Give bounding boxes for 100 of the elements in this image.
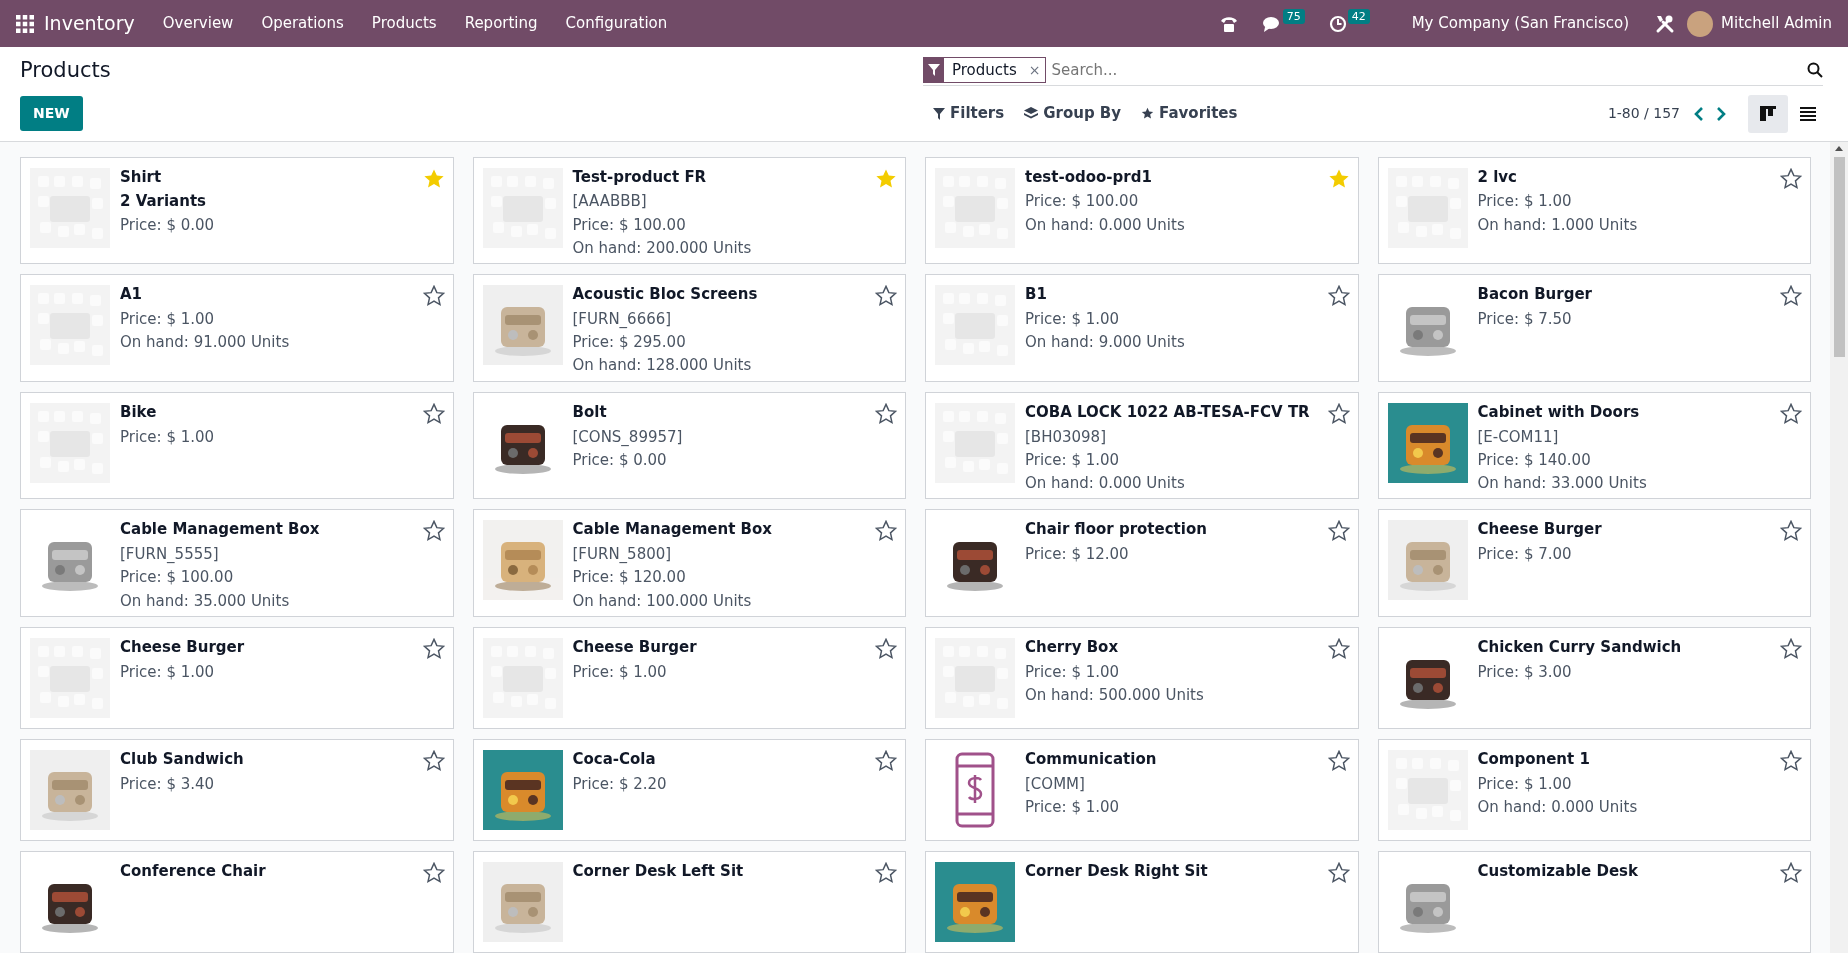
product-name: Acoustic Bloc Screens — [572, 285, 759, 304]
product-card[interactable]: Component 1 Price: $ 1.00 On hand: 0.000 Units — [1377, 739, 1811, 841]
product-name: Shirt — [120, 167, 163, 187]
product-name: Corner Desk Left Sit — [572, 862, 745, 881]
product-card[interactable]: A1 Price: $ 1.00 On hand: 91.000 Units — [20, 274, 454, 382]
search-facet[interactable]: Products × — [923, 57, 1046, 84]
variant-count: 2 Variants — [120, 191, 207, 213]
product-name: Communication — [1025, 750, 1158, 769]
dropdown-toggle-button[interactable]: Filters — [923, 98, 1015, 129]
product-card[interactable]: Cabinet with Doors [E-COM11] Price: $ 140.00 On hand: 33.000 Units — [1377, 391, 1811, 500]
product-name: Cheese Burger — [1477, 520, 1603, 540]
menu-item[interactable]: Products — [357, 12, 451, 35]
stock-quantity: On hand: 0.000 Units — [1477, 797, 1639, 818]
page-title: Products — [20, 57, 112, 84]
product-card[interactable]: Coca-Cola Price: $ 2.20 — [472, 739, 906, 841]
product-card[interactable]: 2 lvc Price: $ 1.00 On hand: 1.000 Units — [1377, 156, 1811, 265]
product-name: Bolt — [572, 402, 608, 422]
stock-quantity: On hand: 0.000 Units — [1025, 473, 1186, 494]
product-card[interactable]: Cable Management Box [FURN_5800] Price: $ 120.00 On hand: 100.000 Units — [472, 509, 906, 617]
facet-label: Products — [951, 60, 1018, 81]
product-card[interactable]: Chicken Curry Sandwich Price: $ 3.00 — [1377, 627, 1811, 729]
product-name: Bacon Burger — [1477, 285, 1593, 304]
product-name: B1 — [1025, 285, 1048, 304]
product-card[interactable]: test-odoo-prd1 Price: $ 100.00 On hand: 0.000 Units — [925, 156, 1359, 265]
product-price: Price: $ 100.00 — [1025, 191, 1140, 213]
dropdown-toggle-button[interactable]: Favorites — [1131, 98, 1248, 129]
stock-quantity: On hand: 128.000 Units — [572, 355, 753, 377]
product-card[interactable]: Bike Price: $ 1.00 — [20, 391, 454, 500]
product-card[interactable]: Chair floor protection Price: $ 12.00 — [925, 509, 1359, 617]
product-reference: [BH03098] — [1025, 426, 1107, 448]
stock-quantity: On hand: 200.000 Units — [572, 237, 753, 259]
product-card[interactable]: Communication [COMM] Price: $ 1.00 — [925, 739, 1359, 841]
remove-facet-button[interactable]: × — [1024, 63, 1045, 78]
product-card[interactable]: Acoustic Bloc Screens [FURN_6666] Price: $ 295.00 On hand: 128.000 Units — [472, 274, 906, 382]
product-price: Price: $ 1.00 — [120, 661, 216, 683]
product-price: Price: $ 2.20 — [572, 773, 668, 795]
product-price: Price: $ 1.00 — [120, 426, 216, 448]
product-reference: [E-COM11] — [1477, 426, 1560, 448]
product-name: Cable Management Box — [572, 520, 773, 540]
product-name: Test-product FR — [572, 167, 708, 187]
product-card[interactable]: Club Sandwich Price: $ 3.40 — [20, 739, 454, 841]
product-name: Chicken Curry Sandwich — [1477, 638, 1683, 657]
menu-item[interactable]: Operations — [247, 12, 358, 35]
product-name: COBA LOCK 1022 AB-TESA-FCV TR — [1025, 402, 1311, 422]
product-reference: [FURN_6666] — [572, 308, 673, 330]
product-reference: [FURN_5800] — [572, 544, 673, 566]
menu-item[interactable]: Configuration — [551, 12, 682, 35]
menu-item[interactable]: Reporting — [450, 12, 552, 35]
product-card[interactable]: Test-product FR [AAABBB] Price: $ 100.00 On hand: 200.000 Units — [472, 156, 906, 265]
product-card[interactable]: Cheese Burger Price: $ 1.00 — [472, 627, 906, 729]
product-card[interactable]: Corner Desk Left Sit — [472, 851, 906, 953]
new-button[interactable]: NEW — [20, 96, 83, 131]
product-reference: [COMM] — [1025, 773, 1086, 795]
search-field[interactable]: Products × Search... — [923, 55, 1823, 86]
product-price: Price: $ 1.00 — [1025, 449, 1121, 471]
product-name: Chair floor protection — [1025, 520, 1208, 540]
app-name[interactable]: Inventory — [34, 9, 149, 38]
stock-quantity: On hand: 33.000 Units — [1477, 473, 1648, 494]
product-card[interactable]: Conference Chair — [20, 851, 454, 953]
product-card[interactable]: Cherry Box Price: $ 1.00 On hand: 500.000 Units — [925, 627, 1359, 729]
product-card[interactable]: Corner Desk Right Sit — [925, 851, 1359, 953]
product-price: Price: $ 0.00 — [572, 449, 668, 471]
product-price: Price: $ 3.00 — [1477, 661, 1573, 683]
product-card[interactable]: COBA LOCK 1022 AB-TESA-FCV TR [BH03098] Price: $ 1.00 On hand: 0.000 Units — [925, 391, 1359, 500]
product-card[interactable]: Bacon Burger Price: $ 7.50 — [1377, 274, 1811, 382]
product-name: Conference Chair — [120, 862, 267, 881]
product-price: Price: $ 1.00 — [1025, 797, 1121, 818]
product-name: Corner Desk Right Sit — [1025, 862, 1209, 881]
product-name: Coca-Cola — [572, 750, 657, 769]
product-price: Price: $ 12.00 — [1025, 544, 1130, 566]
product-name: Cherry Box — [1025, 638, 1120, 657]
product-price: Price: $ 7.00 — [1477, 544, 1573, 566]
dropdown-toggle-button[interactable]: Group By — [1014, 98, 1132, 129]
product-card[interactable]: Cheese Burger Price: $ 1.00 — [20, 627, 454, 729]
product-name: test-odoo-prd1 — [1025, 167, 1153, 187]
menu-item[interactable]: Overview — [148, 12, 248, 35]
product-name: Component 1 — [1477, 750, 1591, 769]
product-price: Price: $ 1.00 — [1025, 661, 1121, 683]
product-name: Club Sandwich — [120, 750, 245, 769]
stock-quantity: On hand: 9.000 Units — [1025, 332, 1186, 354]
product-card[interactable]: Customizable Desk — [1377, 851, 1811, 953]
product-price: Price: $ 100.00 — [120, 567, 235, 589]
product-price: Price: $ 0.00 — [120, 214, 216, 236]
pager-value[interactable]: 1-80 / 157 — [1607, 103, 1680, 124]
user-name[interactable]: Mitchell Admin — [1717, 12, 1848, 35]
product-price: Price: $ 7.50 — [1477, 308, 1573, 330]
stock-quantity: On hand: 1.000 Units — [1477, 214, 1639, 236]
product-card[interactable]: Bolt [CONS_89957] Price: $ 0.00 — [472, 391, 906, 500]
product-name: Cable Management Box — [120, 520, 321, 540]
product-card[interactable]: Shirt 2 Variants Price: $ 0.00 — [20, 156, 454, 265]
product-name: Cheese Burger — [572, 638, 698, 657]
product-name: Customizable Desk — [1477, 862, 1640, 881]
product-card[interactable]: Cable Management Box [FURN_5555] Price: $ 100.00 On hand: 35.000 Units — [20, 509, 454, 617]
company-switcher[interactable]: My Company (San Francisco) — [1397, 12, 1644, 35]
product-price: Price: $ 1.00 — [572, 661, 668, 683]
product-card[interactable]: Cheese Burger Price: $ 7.00 — [1377, 509, 1811, 617]
product-card[interactable]: B1 Price: $ 1.00 On hand: 9.000 Units — [925, 274, 1359, 382]
product-reference: [FURN_5555] — [120, 544, 220, 566]
product-price: Price: $ 1.00 — [120, 308, 216, 330]
product-price: Price: $ 1.00 — [1025, 308, 1121, 330]
